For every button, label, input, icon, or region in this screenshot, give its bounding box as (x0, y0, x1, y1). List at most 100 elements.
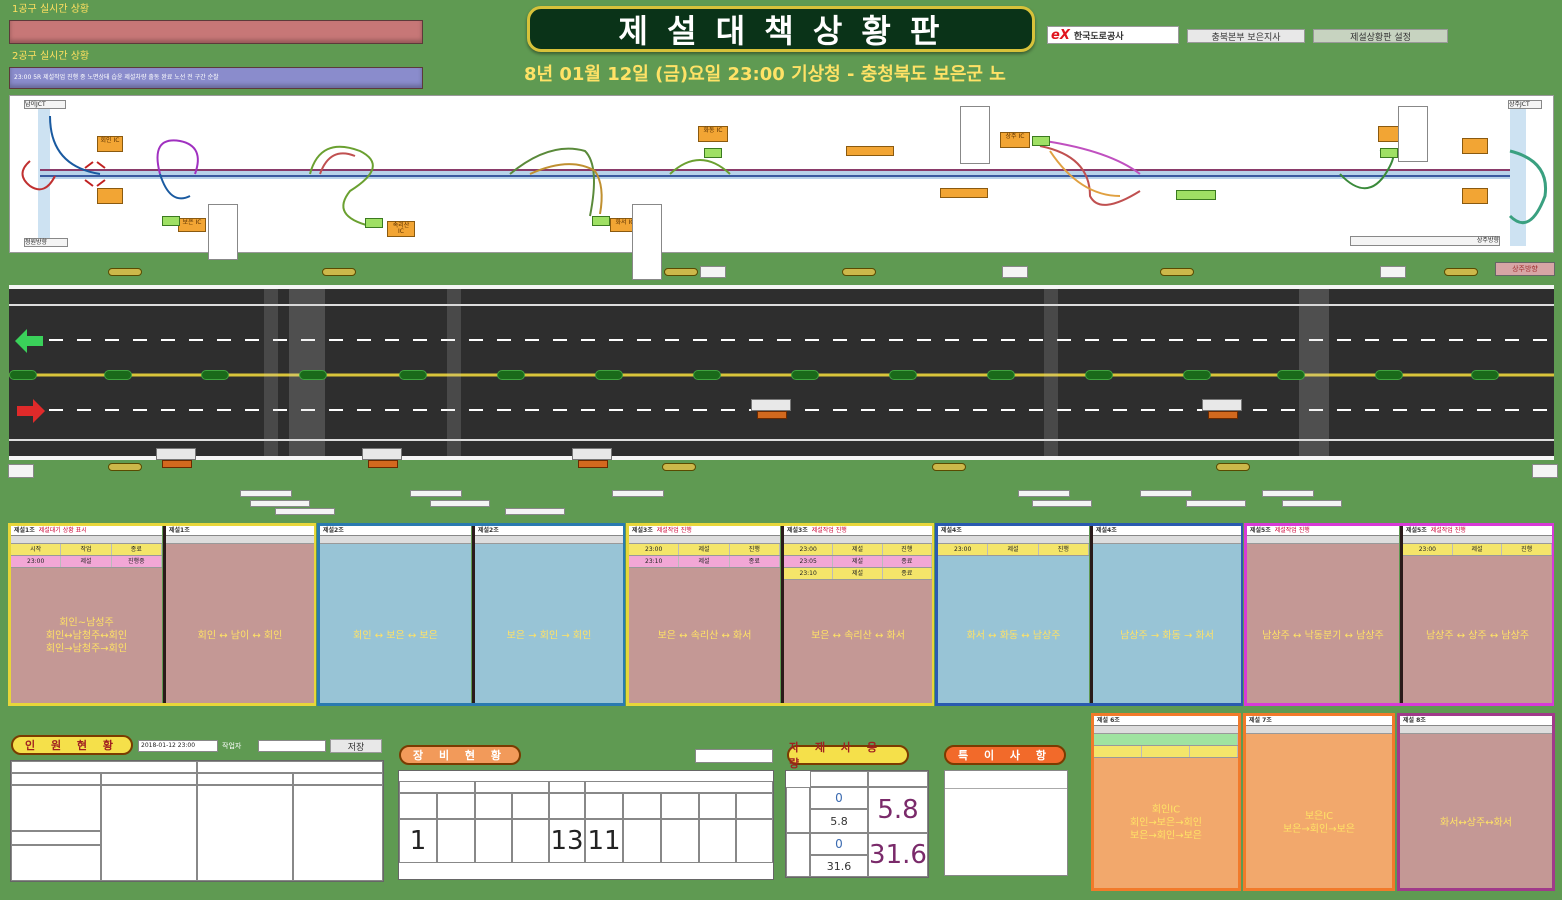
vms-sign[interactable] (1002, 266, 1028, 278)
team-card[interactable]: 제설2조 보은 → 회인 → 회인 (472, 526, 623, 703)
sensor-node[interactable] (399, 370, 427, 380)
line1-status-bar[interactable] (9, 20, 423, 44)
sensor-node[interactable] (299, 370, 327, 380)
table-row[interactable]: 23:10 제설 종료 (784, 568, 932, 580)
staff-save-button[interactable]: 저장 (330, 739, 382, 753)
cctv-marker[interactable] (704, 148, 722, 158)
sensor-node[interactable] (889, 370, 917, 380)
cctv-camera-icon[interactable] (842, 268, 876, 276)
table-row[interactable] (1094, 734, 1238, 746)
sensor-node[interactable] (9, 370, 37, 380)
equip-value[interactable] (512, 819, 549, 863)
equip-value[interactable] (437, 819, 475, 863)
cctv-marker[interactable] (365, 218, 383, 228)
team-card[interactable]: 제설1조 회인 ↔ 남이 ↔ 회인 (163, 526, 314, 703)
staff-cell[interactable] (197, 785, 293, 881)
mat-small-value[interactable]: 5.8 (810, 809, 868, 833)
cctv-camera-icon[interactable] (662, 463, 696, 471)
ic-tag-hoein[interactable]: 회인 IC (97, 136, 123, 152)
snow-truck-icon[interactable] (156, 448, 196, 470)
table-row[interactable] (1094, 746, 1238, 758)
table-row[interactable]: 23:00 제설 진행 (784, 544, 932, 556)
equipment-date-field[interactable] (695, 749, 773, 763)
sensor-node[interactable] (987, 370, 1015, 380)
cctv-camera-icon[interactable] (108, 268, 142, 276)
vms-sign[interactable] (8, 464, 34, 478)
table-row[interactable]: 23:00 제설 진행 (629, 544, 780, 556)
snow-truck-icon[interactable] (1202, 399, 1242, 421)
equip-value[interactable]: 11 (585, 819, 623, 863)
table-row[interactable]: 23:00 제설 진행중 (11, 556, 162, 568)
ic-tag-center[interactable] (846, 146, 894, 156)
sensor-node[interactable] (1375, 370, 1403, 380)
table-row[interactable]: 23:05 제설 종료 (784, 556, 932, 568)
snow-truck-icon[interactable] (362, 448, 402, 470)
staff-input[interactable] (258, 740, 326, 752)
extra-team-card[interactable]: 제설 8조 화서↔상주↔화서 (1397, 713, 1555, 891)
cctv-marker[interactable] (592, 216, 610, 226)
equip-value[interactable]: 1 (399, 819, 437, 863)
table-row[interactable]: 23:00 제설 진행 (1403, 544, 1553, 556)
staff-cell[interactable] (11, 785, 101, 831)
ic-tag-songnisan[interactable]: 속리산 IC (387, 221, 415, 237)
vms-sign[interactable] (1380, 266, 1406, 278)
settings-button[interactable]: 제설상황판 설정 (1313, 29, 1448, 43)
sensor-node[interactable] (595, 370, 623, 380)
team-card[interactable]: 제설4조 남상주 → 화동 → 화서 (1090, 526, 1241, 703)
direction-badge[interactable]: 상주방향 (1495, 262, 1555, 276)
snow-truck-icon[interactable] (572, 448, 612, 470)
cctv-marker[interactable] (1176, 190, 1216, 200)
cctv-camera-icon[interactable] (108, 463, 142, 471)
mat-small-value[interactable]: 31.6 (810, 855, 868, 877)
extra-team-card[interactable]: 제설 7조 보은IC 보은→회인→보은 (1243, 713, 1395, 891)
sensor-node[interactable] (104, 370, 132, 380)
sensor-node[interactable] (693, 370, 721, 380)
snow-truck-icon[interactable] (751, 399, 791, 421)
cctv-camera-icon[interactable] (322, 268, 356, 276)
cctv-camera-icon[interactable] (1160, 268, 1194, 276)
table-row[interactable]: 시작 작업 종료 (11, 544, 162, 556)
cctv-marker[interactable] (1380, 148, 1398, 158)
mat-total-value[interactable]: 5.8 (868, 787, 928, 833)
sensor-node[interactable] (201, 370, 229, 380)
cctv-camera-icon[interactable] (1216, 463, 1250, 471)
sensor-node[interactable] (1277, 370, 1305, 380)
table-row[interactable]: 23:10 제설 종료 (629, 556, 780, 568)
equip-value[interactable] (736, 819, 773, 863)
team-card[interactable]: 제설1조 제설대기 상황 표시 시작 작업 종료 23:00 제설 진행중 회인~남성주 회… (11, 526, 162, 703)
sensor-node[interactable] (1085, 370, 1113, 380)
cctv-camera-icon[interactable] (664, 268, 698, 276)
cctv-marker[interactable] (1032, 136, 1050, 146)
team-card[interactable]: 제설3조 제설작업 진행 23:00 제설 진행 23:10 제설 종료 보은 ↔ 속리산 … (629, 526, 780, 703)
team-card[interactable]: 제설4조 23:00 제설 진행 화서 ↔ 화동 ↔ 남상주 (938, 526, 1089, 703)
cctv-marker[interactable] (162, 216, 180, 226)
equip-value[interactable] (699, 819, 736, 863)
staff-date-field[interactable]: 2018-01-12 23:00 (138, 740, 218, 752)
staff-cell[interactable] (293, 785, 383, 881)
mat-small-value[interactable]: 0 (810, 787, 868, 809)
cctv-camera-icon[interactable] (1444, 268, 1478, 276)
sensor-node[interactable] (1183, 370, 1211, 380)
team-card[interactable]: 제설5조 제설작업 진행 23:00 제설 진행 남상주 ↔ 상주 ↔ 남상주 (1400, 526, 1553, 703)
mat-small-value[interactable]: 0 (810, 833, 868, 855)
table-row[interactable]: 23:00 제설 진행 (938, 544, 1089, 556)
mat-total-value[interactable]: 31.6 (868, 833, 928, 877)
sensor-node[interactable] (497, 370, 525, 380)
equip-value[interactable] (475, 819, 512, 863)
cctv-camera-icon[interactable] (932, 463, 966, 471)
ic-tag-center-2[interactable] (940, 188, 988, 198)
ic-tag-boeun[interactable]: 보은 IC (178, 218, 206, 232)
equip-value[interactable] (623, 819, 661, 863)
notes-area[interactable] (944, 770, 1068, 876)
vms-sign[interactable] (1532, 464, 1558, 478)
staff-cell[interactable] (11, 845, 101, 881)
equip-value[interactable] (661, 819, 699, 863)
team-card[interactable]: 제설3조 제설작업 진행 23:00 제설 진행 23:05 제설 종료 23:10 제설 종료 … (781, 526, 932, 703)
ic-tag-right-2[interactable] (1462, 138, 1488, 154)
line2-status-bar[interactable]: 23:00 5R 제설작업 진행 중 노면상태 습윤 제설차량 출동 완료 노선… (9, 67, 423, 89)
vms-sign[interactable] (700, 266, 726, 278)
ic-tag-hwadong[interactable]: 화동 IC (698, 126, 728, 142)
sensor-node[interactable] (791, 370, 819, 380)
team-card[interactable]: 제설5조 제설작업 진행 남상주 ↔ 낙동분기 ↔ 남상주 (1247, 526, 1399, 703)
ic-tag-right-3[interactable] (1462, 188, 1488, 204)
